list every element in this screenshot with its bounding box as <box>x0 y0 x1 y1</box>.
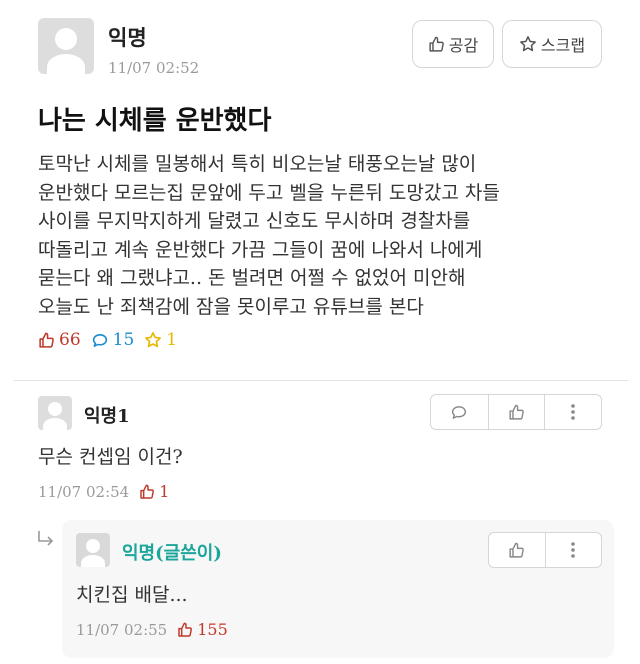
reply-text: 치킨집 배달... <box>76 584 188 606</box>
comment-reply-button[interactable] <box>431 395 488 429</box>
comment-like-count: 1 <box>159 482 170 501</box>
empathy-button[interactable]: 공감 <box>412 20 494 68</box>
reply-author-avatar <box>76 533 110 567</box>
thumbs-up-icon <box>178 622 193 637</box>
comment-author-avatar <box>38 396 72 430</box>
post-body: 토막난 시체를 밀봉해서 특히 비오는날 태풍오는날 많이 운반했다 모르는집 … <box>38 150 628 321</box>
star-icon <box>145 332 162 348</box>
post-body-line: 따돌리고 계속 운반했다 가끔 그들이 꿈에 나와서 나에게 <box>38 238 483 261</box>
reply-more-button[interactable] <box>544 533 601 567</box>
thumbs-up-icon <box>509 404 524 420</box>
empathy-label: 공감 <box>448 36 479 55</box>
post-stats: 66 15 1 <box>38 330 187 350</box>
post-body-line: 사이를 무지막지하게 달렸고 신호도 무시하며 경찰차를 <box>38 210 471 232</box>
post-body-line: 운반했다 모르는집 문앞에 두고 벨을 누른뒤 도망갔고 차들 <box>38 181 500 204</box>
post-body-line: 묻는다 왜 그랬냐고.. 돈 벌려면 어쩔 수 없었어 미안해 <box>38 267 466 289</box>
reply-meta: 11/07 02:55 155 <box>76 620 228 639</box>
comment-author-name: 익명1 <box>84 406 130 427</box>
reply-actions <box>488 532 602 568</box>
post-body-line: 오늘도 난 죄책감에 잠을 못이루고 유튜브를 본다 <box>38 295 424 318</box>
thumbs-up-icon <box>509 542 525 558</box>
post-timestamp: 11/07 02:52 <box>108 59 200 77</box>
thumbs-up-icon <box>39 332 54 348</box>
post-comment-count-value: 15 <box>112 330 135 350</box>
post-body-line: 토막난 시체를 밀봉해서 특히 비오는날 태풍오는날 많이 <box>38 153 477 175</box>
reply-arrow-icon <box>38 531 54 546</box>
reply-like-button[interactable] <box>489 533 545 567</box>
reply-like-count: 155 <box>197 620 228 639</box>
post-scrap-count-value: 1 <box>166 330 178 350</box>
more-vertical-icon <box>571 404 575 420</box>
comment-timestamp: 11/07 02:54 <box>38 482 130 501</box>
reply-author-name: 익명(글쓴이) <box>122 543 222 564</box>
scrap-label: 스크랩 <box>540 36 586 55</box>
post-author-avatar <box>38 18 94 74</box>
scrap-button[interactable]: 스크랩 <box>502 20 602 68</box>
thumbs-up-icon <box>429 36 444 52</box>
comment-text: 무슨 컨셉임 이건? <box>38 446 183 468</box>
post-title: 나는 시체를 운반했다 <box>38 106 272 136</box>
comment-more-button[interactable] <box>544 395 601 429</box>
post-divider <box>14 380 628 381</box>
comment-actions <box>430 394 602 430</box>
post-like-count: 66 <box>38 330 81 350</box>
star-icon <box>520 36 536 52</box>
comment-like-button[interactable] <box>487 395 545 429</box>
reply-timestamp: 11/07 02:55 <box>76 620 168 639</box>
thumbs-up-icon <box>140 484 155 499</box>
comment-meta: 11/07 02:54 1 <box>38 482 169 501</box>
post-author-name: 익명 <box>108 25 147 50</box>
post-like-count-value: 66 <box>59 330 81 350</box>
more-vertical-icon <box>571 542 576 558</box>
post-scrap-count: 1 <box>144 330 177 350</box>
speech-bubble-icon <box>452 405 467 419</box>
speech-bubble-icon <box>92 333 107 347</box>
post-comment-count: 15 <box>91 330 135 350</box>
